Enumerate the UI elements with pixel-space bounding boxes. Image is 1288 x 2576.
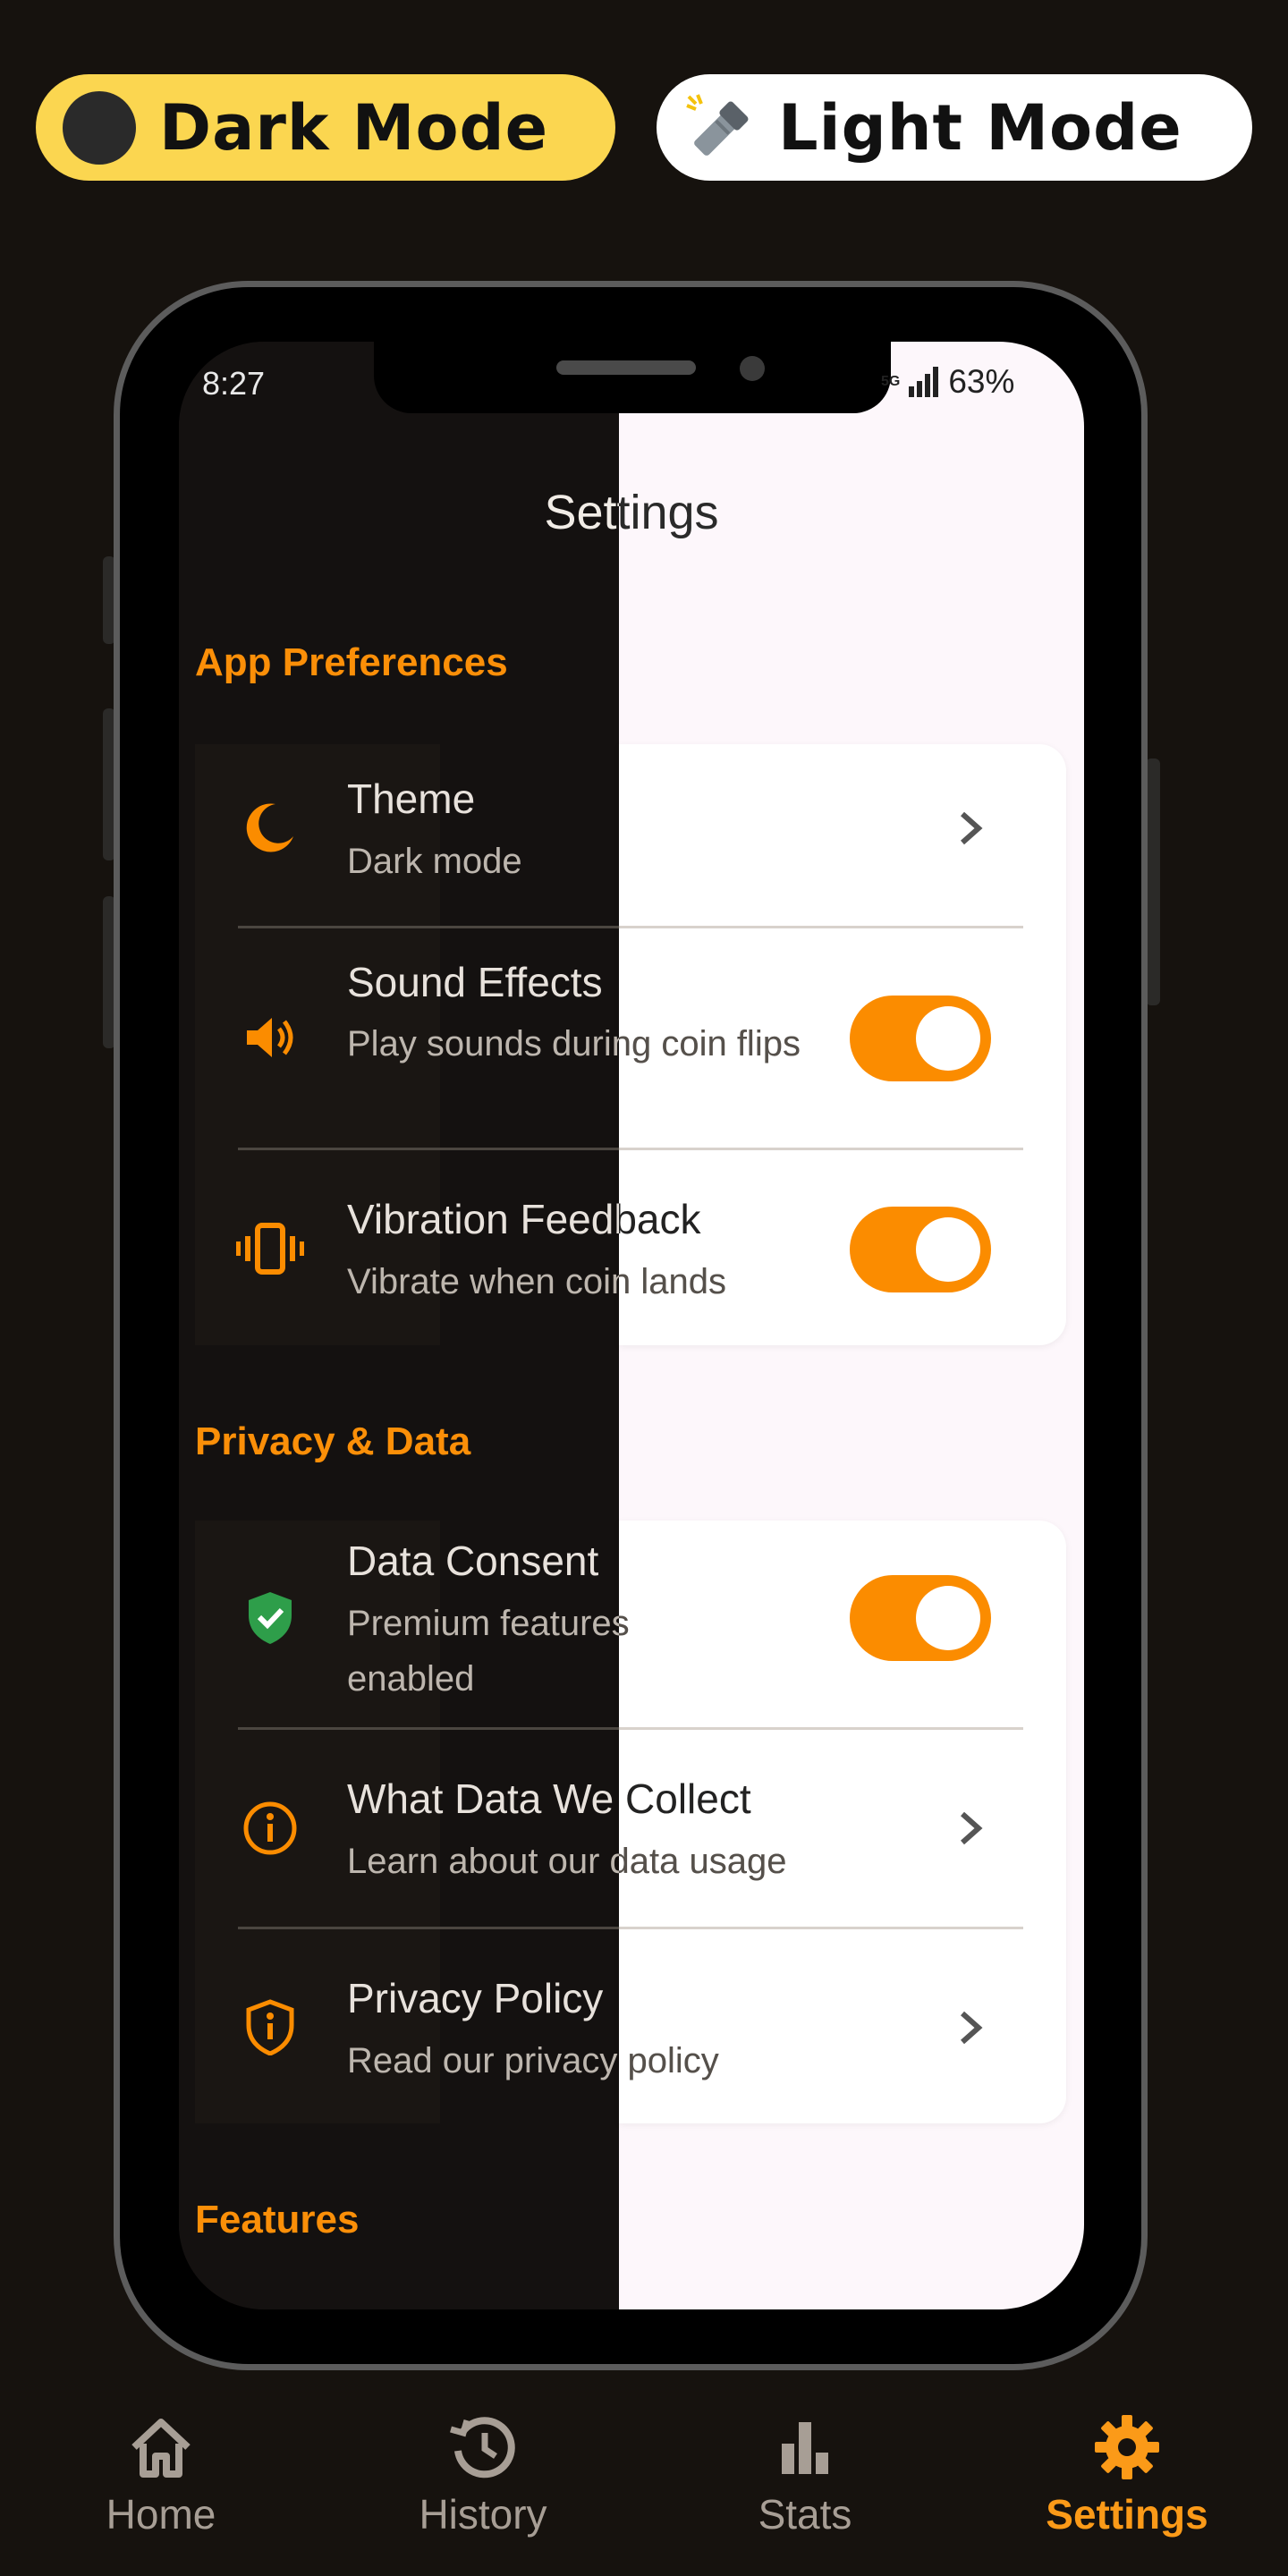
section-title-app-preferences: App Preferences: [195, 640, 508, 684]
sound-effects-title: Sound Effects: [347, 959, 603, 1005]
phone-power-button: [1146, 758, 1160, 1005]
theme-title: Theme: [347, 775, 476, 822]
theme-subtitle: Dark mode: [347, 842, 522, 881]
nav-stats[interactable]: Stats: [671, 2361, 939, 2538]
what-data-title: What Data We Collect: [347, 1775, 751, 1822]
flashlight-icon: [686, 93, 749, 156]
nav-settings[interactable]: Settings: [993, 2361, 1261, 2538]
speaker-icon: [247, 1018, 293, 1057]
vibration-title: Vibration Feedback: [347, 1196, 701, 1242]
signal-icon: [909, 367, 941, 397]
bar-chart-icon: [782, 2422, 828, 2474]
data-consent-toggle[interactable]: [850, 1575, 991, 1661]
data-consent-title: Data Consent: [347, 1538, 599, 1584]
divider: [238, 1727, 1023, 1730]
nav-history[interactable]: History: [349, 2361, 617, 2538]
home-icon: [131, 2419, 191, 2478]
vibration-toggle[interactable]: [850, 1207, 991, 1292]
dark-circle-icon: [63, 90, 136, 165]
privacy-policy-title: Privacy Policy: [347, 1975, 604, 2021]
front-camera: [740, 356, 765, 381]
sound-effects-toggle[interactable]: [850, 996, 991, 1081]
nav-home-label: Home: [106, 2491, 216, 2538]
what-data-subtitle: Learn about our data usage: [347, 1842, 787, 1881]
section-title-privacy: Privacy & Data: [195, 1419, 471, 1463]
history-icon: [450, 2417, 515, 2479]
privacy-policy-subtitle: Read our privacy policy: [347, 2041, 719, 2080]
nav-home[interactable]: Home: [27, 2361, 295, 2538]
gear-icon: [1095, 2415, 1159, 2479]
vibration-subtitle: Vibrate when coin lands: [347, 1262, 726, 1301]
section-title-features: Features: [195, 2198, 360, 2241]
battery-percent: 63%: [948, 363, 1015, 400]
sound-effects-subtitle: Play sounds during coin flips: [347, 1024, 801, 1063]
chevron-right-icon: [961, 1811, 983, 1845]
status-time: 8:27: [202, 365, 266, 402]
chevron-right-icon: [961, 2011, 983, 2045]
status-indicators: 5G 63%: [881, 363, 1014, 401]
earpiece-speaker: [556, 360, 696, 375]
moon-icon: [246, 803, 293, 852]
dark-mode-pill[interactable]: Dark Mode: [36, 74, 615, 181]
divider: [238, 1148, 1023, 1150]
phone-notch: [374, 342, 891, 413]
divider: [238, 926, 1023, 928]
shield-info-icon: [246, 1999, 294, 2055]
light-mode-label: Light Mode: [778, 90, 1182, 165]
nav-history-label: History: [419, 2491, 547, 2538]
light-mode-pill[interactable]: Light Mode: [657, 74, 1252, 181]
dark-mode-label: Dark Mode: [159, 90, 549, 165]
nav-settings-label: Settings: [1046, 2491, 1208, 2538]
bottom-navigation: Home History Stats Settings: [0, 2361, 1288, 2576]
nav-stats-label: Stats: [758, 2491, 852, 2538]
vibration-icon: [236, 1223, 304, 1275]
info-icon: [243, 1801, 297, 1855]
chevron-right-icon: [961, 811, 983, 845]
network-label: 5G: [881, 374, 901, 389]
divider: [238, 1927, 1023, 1929]
page-title: Settings: [544, 486, 719, 539]
shield-check-icon: [249, 1592, 292, 1644]
data-consent-subtitle: Premium features enabled: [347, 1604, 630, 1699]
